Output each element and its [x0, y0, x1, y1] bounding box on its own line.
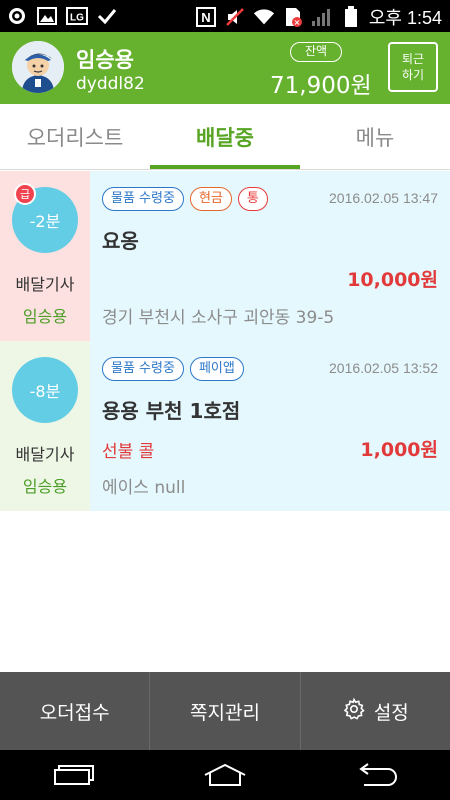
time-remaining: -8분: [12, 357, 78, 423]
order-tags: 물품 수령중 페이앱: [102, 357, 244, 381]
user-id: dyddl82: [76, 74, 145, 94]
tab-menu[interactable]: 메뉴: [300, 104, 450, 169]
off-work-label-line2: 하기: [401, 68, 425, 82]
status-badge: 물품 수령중: [102, 187, 184, 211]
order-driver-panel: -8분 배달기사 임승용: [0, 341, 90, 511]
system-nav-bar: [0, 750, 450, 800]
order-datetime: 2016.02.05 13:52: [329, 360, 438, 376]
driver-name: 임승용: [22, 307, 68, 326]
payment-badge: 현금: [189, 187, 232, 211]
order-driver-panel: -2분 급 배달기사 임승용: [0, 171, 90, 341]
driver-label: 배달기사: [15, 275, 75, 294]
status-bar: LG N × 오후 1:54: [0, 0, 450, 32]
balance-label: 잔액: [290, 42, 342, 62]
driver-name: 임승용: [22, 477, 68, 496]
svg-text:×: ×: [293, 18, 300, 27]
action-bar: 오더접수 쪽지관리 설정: [0, 672, 450, 750]
urgent-badge: 급: [14, 183, 36, 205]
tab-order-list[interactable]: 오더리스트: [0, 104, 150, 169]
tab-bar: 오더리스트 배달중 메뉴: [0, 104, 450, 170]
message-manage-button[interactable]: 쪽지관리: [149, 672, 299, 750]
order-receive-button[interactable]: 오더접수: [0, 672, 149, 750]
image-icon: [36, 5, 58, 27]
check-icon: [96, 5, 118, 27]
order-price: 1,000원: [360, 439, 438, 461]
off-work-button[interactable]: 퇴근 하기: [388, 42, 438, 92]
pay-note: 선불 콜: [102, 442, 155, 462]
messenger-icon: [6, 5, 28, 27]
balance-value: 71,900원: [270, 73, 372, 99]
order-tags: 물품 수령중 현금 통: [102, 187, 268, 211]
order-detail[interactable]: 물품 수령중 현금 통 2016.02.05 13:47 요옹 10,000원 …: [90, 171, 450, 341]
delivery-address: 경기 부천시 소사구 괴안동 39-5: [102, 308, 335, 328]
lg-text: LG: [70, 13, 84, 24]
wifi-icon: [253, 6, 275, 28]
avatar[interactable]: [12, 41, 64, 93]
sim-error-icon: ×: [282, 6, 304, 28]
mute-icon: [224, 6, 246, 28]
settings-label: 설정: [373, 701, 409, 724]
status-badge: 물품 수령중: [102, 357, 184, 381]
lg-icon: LG: [66, 5, 88, 27]
nfc-icon: N: [195, 6, 217, 28]
nfc-text: N: [201, 10, 210, 25]
order-price: 10,000원: [347, 269, 438, 291]
order-card[interactable]: -8분 배달기사 임승용 물품 수령중 페이앱 2016.02.05 13:52…: [0, 341, 450, 511]
message-manage-label: 쪽지관리: [190, 701, 260, 724]
order-detail[interactable]: 물품 수령중 페이앱 2016.02.05 13:52 용용 부천 1호점 선불…: [90, 341, 450, 511]
tab-delivering[interactable]: 배달중: [150, 104, 300, 169]
driver-label: 배달기사: [15, 445, 75, 464]
home-icon[interactable]: [150, 750, 300, 800]
extra-badge: 통: [237, 187, 268, 211]
off-work-label-line1: 퇴근: [401, 52, 425, 66]
battery-icon: [340, 6, 362, 28]
back-icon[interactable]: [300, 750, 450, 800]
order-receive-label: 오더접수: [39, 701, 110, 724]
order-datetime: 2016.02.05 13:47: [329, 190, 438, 206]
status-time: 오후 1:54: [368, 8, 442, 28]
shop-name: 용용 부천 1호점: [102, 399, 241, 423]
shop-name: 요옹: [102, 229, 139, 253]
delivery-address: 에이스 null: [102, 478, 186, 498]
payment-badge: 페이앱: [189, 357, 244, 381]
user-name: 임승용: [76, 48, 134, 72]
app-header: 임승용 dyddl82 잔액 71,900원 퇴근 하기: [0, 32, 450, 104]
recent-apps-icon[interactable]: [0, 750, 150, 800]
settings-button[interactable]: 설정: [299, 672, 450, 750]
signal-icon: [311, 6, 333, 28]
gear-icon: [342, 697, 366, 726]
order-card[interactable]: -2분 급 배달기사 임승용 물품 수령중 현금 통 2016.02.05 13…: [0, 171, 450, 341]
